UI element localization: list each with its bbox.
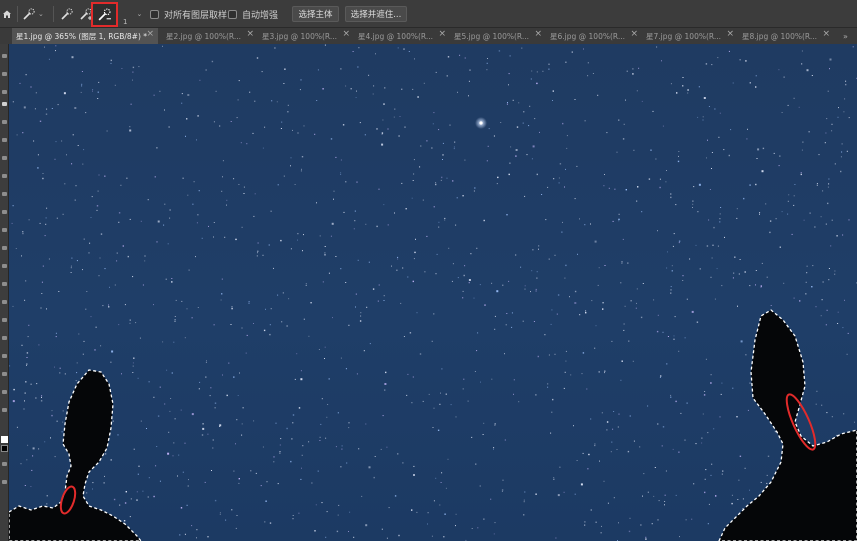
- home-icon[interactable]: [2, 0, 14, 28]
- chevron-down-icon: ⌄: [38, 10, 44, 18]
- quick-selection-tool-icon[interactable]: [2, 102, 7, 106]
- subtract-from-selection-button[interactable]: [91, 2, 118, 27]
- foreground-color-swatch[interactable]: [1, 436, 8, 443]
- auto-enhance-checkbox[interactable]: 自动增强: [228, 0, 278, 28]
- quick-selection-icon: [61, 8, 73, 20]
- close-icon[interactable]: ×: [438, 29, 446, 39]
- tab-label: 星8.jpg @ 100%(R...: [742, 31, 817, 41]
- star-photo[interactable]: [9, 44, 857, 541]
- tab-overflow-button[interactable]: »: [838, 28, 857, 44]
- close-icon[interactable]: ×: [822, 29, 830, 39]
- history-brush-tool-icon[interactable]: [2, 228, 7, 232]
- tab-label: 星5.jpg @ 100%(R...: [454, 31, 529, 41]
- new-selection-button[interactable]: [60, 0, 76, 28]
- auto-enhance-label: 自动增强: [242, 10, 279, 21]
- checkbox-box[interactable]: [150, 9, 159, 19]
- close-icon[interactable]: ×: [726, 29, 734, 39]
- subtract-from-selection-icon: [98, 8, 111, 21]
- blur-tool-icon[interactable]: [2, 282, 7, 286]
- tool-preset-picker[interactable]: ⌄: [22, 0, 46, 28]
- background-color-swatch[interactable]: [1, 445, 8, 452]
- close-icon[interactable]: ×: [246, 29, 254, 39]
- chevron-down-icon: ⌄: [136, 10, 143, 18]
- tab-label: 星1.jpg @ 365% (图层 1, RGB/8#) *: [16, 31, 148, 41]
- tab-star-1[interactable]: 星1.jpg @ 365% (图层 1, RGB/8#) * ×: [12, 28, 158, 44]
- screen-mode-icon[interactable]: [2, 480, 7, 484]
- brush-tool-icon[interactable]: [2, 192, 7, 196]
- move-tool-icon[interactable]: [2, 54, 7, 58]
- marquee-tool-icon[interactable]: [2, 72, 7, 76]
- eyedropper-tool-icon[interactable]: [2, 156, 7, 160]
- chevron-right-icon: »: [843, 31, 848, 41]
- tab-star-2[interactable]: 星2.jpg @ 100%(R... ×: [162, 28, 258, 44]
- close-icon[interactable]: ×: [630, 29, 638, 39]
- tab-star-6[interactable]: 星6.jpg @ 100%(R... ×: [546, 28, 642, 44]
- separator: [17, 6, 18, 22]
- options-bar: ⌄ 1 ⌄ 对所有图层取样 自动增强 选择主体 选择并遮住...: [0, 0, 857, 28]
- hand-tool-icon[interactable]: [2, 390, 7, 394]
- tools-panel: [0, 44, 9, 541]
- type-tool-icon[interactable]: [2, 336, 7, 340]
- tab-label: 星6.jpg @ 100%(R...: [550, 31, 625, 41]
- tab-star-8[interactable]: 星8.jpg @ 100%(R... ×: [738, 28, 834, 44]
- quick-selection-icon: [23, 8, 35, 20]
- shape-tool-icon[interactable]: [2, 372, 7, 376]
- brush-size-picker[interactable]: 1 ⌄: [123, 0, 149, 28]
- close-icon[interactable]: ×: [534, 29, 542, 39]
- tab-label: 星4.jpg @ 100%(R...: [358, 31, 433, 41]
- checkbox-box[interactable]: [228, 9, 237, 19]
- night-sky: [9, 44, 857, 541]
- healing-tool-icon[interactable]: [2, 174, 7, 178]
- eraser-tool-icon[interactable]: [2, 246, 7, 250]
- select-subject-button[interactable]: 选择主体: [292, 6, 339, 22]
- path-selection-tool-icon[interactable]: [2, 354, 7, 358]
- close-icon[interactable]: ×: [342, 29, 350, 39]
- tab-label: 星3.jpg @ 100%(R...: [262, 31, 337, 41]
- dodge-tool-icon[interactable]: [2, 300, 7, 304]
- lasso-tool-icon[interactable]: [2, 90, 7, 94]
- brush-size-value: 1: [123, 18, 128, 26]
- document-canvas[interactable]: [9, 44, 857, 541]
- zoom-tool-icon[interactable]: [2, 408, 7, 412]
- frame-tool-icon[interactable]: [2, 138, 7, 142]
- sample-all-layers-label: 对所有图层取样: [164, 10, 228, 21]
- tab-star-4[interactable]: 星4.jpg @ 100%(R... ×: [354, 28, 450, 44]
- sample-all-layers-checkbox[interactable]: 对所有图层取样: [150, 0, 227, 28]
- close-icon[interactable]: ×: [146, 29, 154, 39]
- tab-label: 星2.jpg @ 100%(R...: [166, 31, 241, 41]
- stamp-tool-icon[interactable]: [2, 210, 7, 214]
- bright-star-core: [479, 121, 483, 125]
- crop-tool-icon[interactable]: [2, 120, 7, 124]
- gradient-tool-icon[interactable]: [2, 264, 7, 268]
- quick-mask-icon[interactable]: [2, 462, 7, 466]
- pen-tool-icon[interactable]: [2, 318, 7, 322]
- document-tab-bar: 星1.jpg @ 365% (图层 1, RGB/8#) * × 星2.jpg …: [0, 28, 857, 44]
- select-and-mask-button[interactable]: 选择并遮住...: [345, 6, 407, 22]
- tab-label: 星7.jpg @ 100%(R...: [646, 31, 721, 41]
- tab-star-7[interactable]: 星7.jpg @ 100%(R... ×: [642, 28, 738, 44]
- tab-star-3[interactable]: 星3.jpg @ 100%(R... ×: [258, 28, 354, 44]
- tab-star-5[interactable]: 星5.jpg @ 100%(R... ×: [450, 28, 546, 44]
- separator: [53, 6, 54, 22]
